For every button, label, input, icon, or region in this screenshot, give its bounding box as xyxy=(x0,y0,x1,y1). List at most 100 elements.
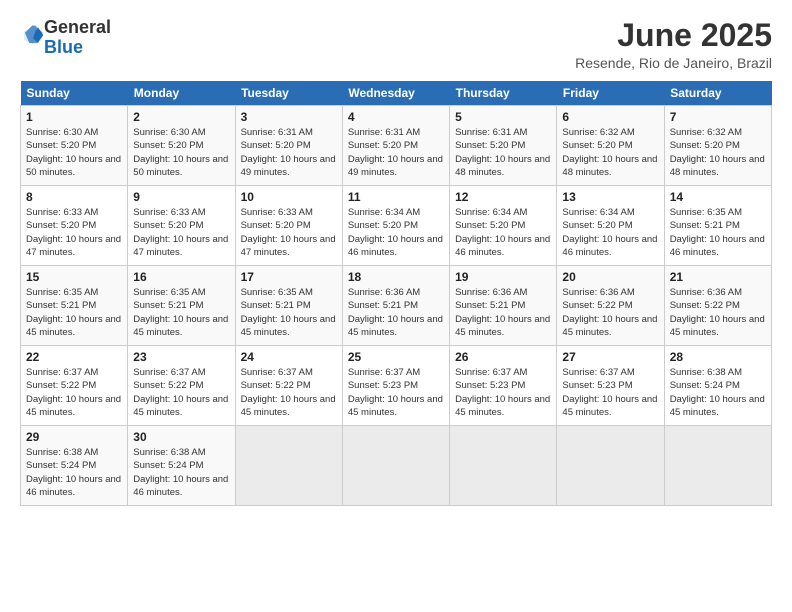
col-header-thursday: Thursday xyxy=(450,81,557,106)
day-detail: Sunrise: 6:35 AMSunset: 5:21 PMDaylight:… xyxy=(670,207,765,258)
day-number: 26 xyxy=(455,350,551,364)
day-detail: Sunrise: 6:33 AMSunset: 5:20 PMDaylight:… xyxy=(26,207,121,258)
day-detail: Sunrise: 6:37 AMSunset: 5:22 PMDaylight:… xyxy=(133,367,228,418)
day-detail: Sunrise: 6:31 AMSunset: 5:20 PMDaylight:… xyxy=(455,127,550,178)
day-detail: Sunrise: 6:37 AMSunset: 5:23 PMDaylight:… xyxy=(562,367,657,418)
calendar-cell: 27 Sunrise: 6:37 AMSunset: 5:23 PMDaylig… xyxy=(557,346,664,426)
day-number: 23 xyxy=(133,350,229,364)
day-number: 15 xyxy=(26,270,122,284)
day-detail: Sunrise: 6:37 AMSunset: 5:23 PMDaylight:… xyxy=(455,367,550,418)
calendar-cell: 13 Sunrise: 6:34 AMSunset: 5:20 PMDaylig… xyxy=(557,186,664,266)
day-number: 19 xyxy=(455,270,551,284)
day-detail: Sunrise: 6:33 AMSunset: 5:20 PMDaylight:… xyxy=(241,207,336,258)
day-number: 12 xyxy=(455,190,551,204)
day-detail: Sunrise: 6:36 AMSunset: 5:22 PMDaylight:… xyxy=(562,287,657,338)
day-number: 8 xyxy=(26,190,122,204)
day-number: 5 xyxy=(455,110,551,124)
calendar-cell: 9 Sunrise: 6:33 AMSunset: 5:20 PMDayligh… xyxy=(128,186,235,266)
calendar-cell: 21 Sunrise: 6:36 AMSunset: 5:22 PMDaylig… xyxy=(664,266,771,346)
day-number: 7 xyxy=(670,110,766,124)
calendar-cell: 10 Sunrise: 6:33 AMSunset: 5:20 PMDaylig… xyxy=(235,186,342,266)
location: Resende, Rio de Janeiro, Brazil xyxy=(575,55,772,71)
day-detail: Sunrise: 6:36 AMSunset: 5:21 PMDaylight:… xyxy=(455,287,550,338)
day-detail: Sunrise: 6:34 AMSunset: 5:20 PMDaylight:… xyxy=(348,207,443,258)
calendar-cell: 17 Sunrise: 6:35 AMSunset: 5:21 PMDaylig… xyxy=(235,266,342,346)
col-header-monday: Monday xyxy=(128,81,235,106)
calendar-cell: 26 Sunrise: 6:37 AMSunset: 5:23 PMDaylig… xyxy=(450,346,557,426)
day-number: 14 xyxy=(670,190,766,204)
calendar-cell: 7 Sunrise: 6:32 AMSunset: 5:20 PMDayligh… xyxy=(664,106,771,186)
logo-general-text: General xyxy=(44,17,111,37)
calendar-cell: 8 Sunrise: 6:33 AMSunset: 5:20 PMDayligh… xyxy=(21,186,128,266)
month-title: June 2025 xyxy=(575,18,772,53)
day-detail: Sunrise: 6:36 AMSunset: 5:21 PMDaylight:… xyxy=(348,287,443,338)
day-detail: Sunrise: 6:30 AMSunset: 5:20 PMDaylight:… xyxy=(133,127,228,178)
day-number: 22 xyxy=(26,350,122,364)
col-header-wednesday: Wednesday xyxy=(342,81,449,106)
day-detail: Sunrise: 6:35 AMSunset: 5:21 PMDaylight:… xyxy=(133,287,228,338)
logo-icon xyxy=(22,24,44,46)
calendar-cell: 4 Sunrise: 6:31 AMSunset: 5:20 PMDayligh… xyxy=(342,106,449,186)
day-detail: Sunrise: 6:31 AMSunset: 5:20 PMDaylight:… xyxy=(348,127,443,178)
day-detail: Sunrise: 6:30 AMSunset: 5:20 PMDaylight:… xyxy=(26,127,121,178)
day-number: 6 xyxy=(562,110,658,124)
calendar-cell: 11 Sunrise: 6:34 AMSunset: 5:20 PMDaylig… xyxy=(342,186,449,266)
col-header-friday: Friday xyxy=(557,81,664,106)
calendar-cell xyxy=(235,426,342,506)
title-block: June 2025 Resende, Rio de Janeiro, Brazi… xyxy=(575,18,772,71)
day-number: 4 xyxy=(348,110,444,124)
day-detail: Sunrise: 6:31 AMSunset: 5:20 PMDaylight:… xyxy=(241,127,336,178)
day-number: 3 xyxy=(241,110,337,124)
calendar-cell: 2 Sunrise: 6:30 AMSunset: 5:20 PMDayligh… xyxy=(128,106,235,186)
day-number: 13 xyxy=(562,190,658,204)
calendar-cell: 6 Sunrise: 6:32 AMSunset: 5:20 PMDayligh… xyxy=(557,106,664,186)
day-number: 2 xyxy=(133,110,229,124)
day-number: 30 xyxy=(133,430,229,444)
day-number: 21 xyxy=(670,270,766,284)
calendar-cell xyxy=(557,426,664,506)
day-number: 16 xyxy=(133,270,229,284)
calendar-cell: 24 Sunrise: 6:37 AMSunset: 5:22 PMDaylig… xyxy=(235,346,342,426)
day-number: 18 xyxy=(348,270,444,284)
day-detail: Sunrise: 6:38 AMSunset: 5:24 PMDaylight:… xyxy=(26,447,121,498)
calendar-cell: 30 Sunrise: 6:38 AMSunset: 5:24 PMDaylig… xyxy=(128,426,235,506)
day-detail: Sunrise: 6:33 AMSunset: 5:20 PMDaylight:… xyxy=(133,207,228,258)
day-number: 29 xyxy=(26,430,122,444)
calendar-cell: 5 Sunrise: 6:31 AMSunset: 5:20 PMDayligh… xyxy=(450,106,557,186)
calendar-cell xyxy=(342,426,449,506)
logo-blue-text: Blue xyxy=(44,37,83,57)
calendar-cell: 29 Sunrise: 6:38 AMSunset: 5:24 PMDaylig… xyxy=(21,426,128,506)
day-number: 24 xyxy=(241,350,337,364)
calendar-table: SundayMondayTuesdayWednesdayThursdayFrid… xyxy=(20,81,772,506)
day-detail: Sunrise: 6:32 AMSunset: 5:20 PMDaylight:… xyxy=(670,127,765,178)
calendar-cell: 3 Sunrise: 6:31 AMSunset: 5:20 PMDayligh… xyxy=(235,106,342,186)
calendar-cell: 14 Sunrise: 6:35 AMSunset: 5:21 PMDaylig… xyxy=(664,186,771,266)
day-detail: Sunrise: 6:37 AMSunset: 5:22 PMDaylight:… xyxy=(241,367,336,418)
day-number: 20 xyxy=(562,270,658,284)
calendar-cell: 23 Sunrise: 6:37 AMSunset: 5:22 PMDaylig… xyxy=(128,346,235,426)
day-detail: Sunrise: 6:35 AMSunset: 5:21 PMDaylight:… xyxy=(241,287,336,338)
day-number: 9 xyxy=(133,190,229,204)
calendar-cell: 16 Sunrise: 6:35 AMSunset: 5:21 PMDaylig… xyxy=(128,266,235,346)
col-header-tuesday: Tuesday xyxy=(235,81,342,106)
calendar-cell xyxy=(664,426,771,506)
header-row: SundayMondayTuesdayWednesdayThursdayFrid… xyxy=(21,81,772,106)
week-row-4: 22 Sunrise: 6:37 AMSunset: 5:22 PMDaylig… xyxy=(21,346,772,426)
calendar-cell: 25 Sunrise: 6:37 AMSunset: 5:23 PMDaylig… xyxy=(342,346,449,426)
calendar-cell: 19 Sunrise: 6:36 AMSunset: 5:21 PMDaylig… xyxy=(450,266,557,346)
day-detail: Sunrise: 6:34 AMSunset: 5:20 PMDaylight:… xyxy=(455,207,550,258)
week-row-3: 15 Sunrise: 6:35 AMSunset: 5:21 PMDaylig… xyxy=(21,266,772,346)
day-number: 10 xyxy=(241,190,337,204)
day-detail: Sunrise: 6:34 AMSunset: 5:20 PMDaylight:… xyxy=(562,207,657,258)
calendar-cell xyxy=(450,426,557,506)
calendar-cell: 20 Sunrise: 6:36 AMSunset: 5:22 PMDaylig… xyxy=(557,266,664,346)
day-detail: Sunrise: 6:38 AMSunset: 5:24 PMDaylight:… xyxy=(133,447,228,498)
calendar-cell: 18 Sunrise: 6:36 AMSunset: 5:21 PMDaylig… xyxy=(342,266,449,346)
calendar-cell: 28 Sunrise: 6:38 AMSunset: 5:24 PMDaylig… xyxy=(664,346,771,426)
logo: General Blue xyxy=(20,18,111,58)
day-number: 11 xyxy=(348,190,444,204)
calendar-cell: 22 Sunrise: 6:37 AMSunset: 5:22 PMDaylig… xyxy=(21,346,128,426)
day-number: 25 xyxy=(348,350,444,364)
day-detail: Sunrise: 6:36 AMSunset: 5:22 PMDaylight:… xyxy=(670,287,765,338)
day-detail: Sunrise: 6:32 AMSunset: 5:20 PMDaylight:… xyxy=(562,127,657,178)
